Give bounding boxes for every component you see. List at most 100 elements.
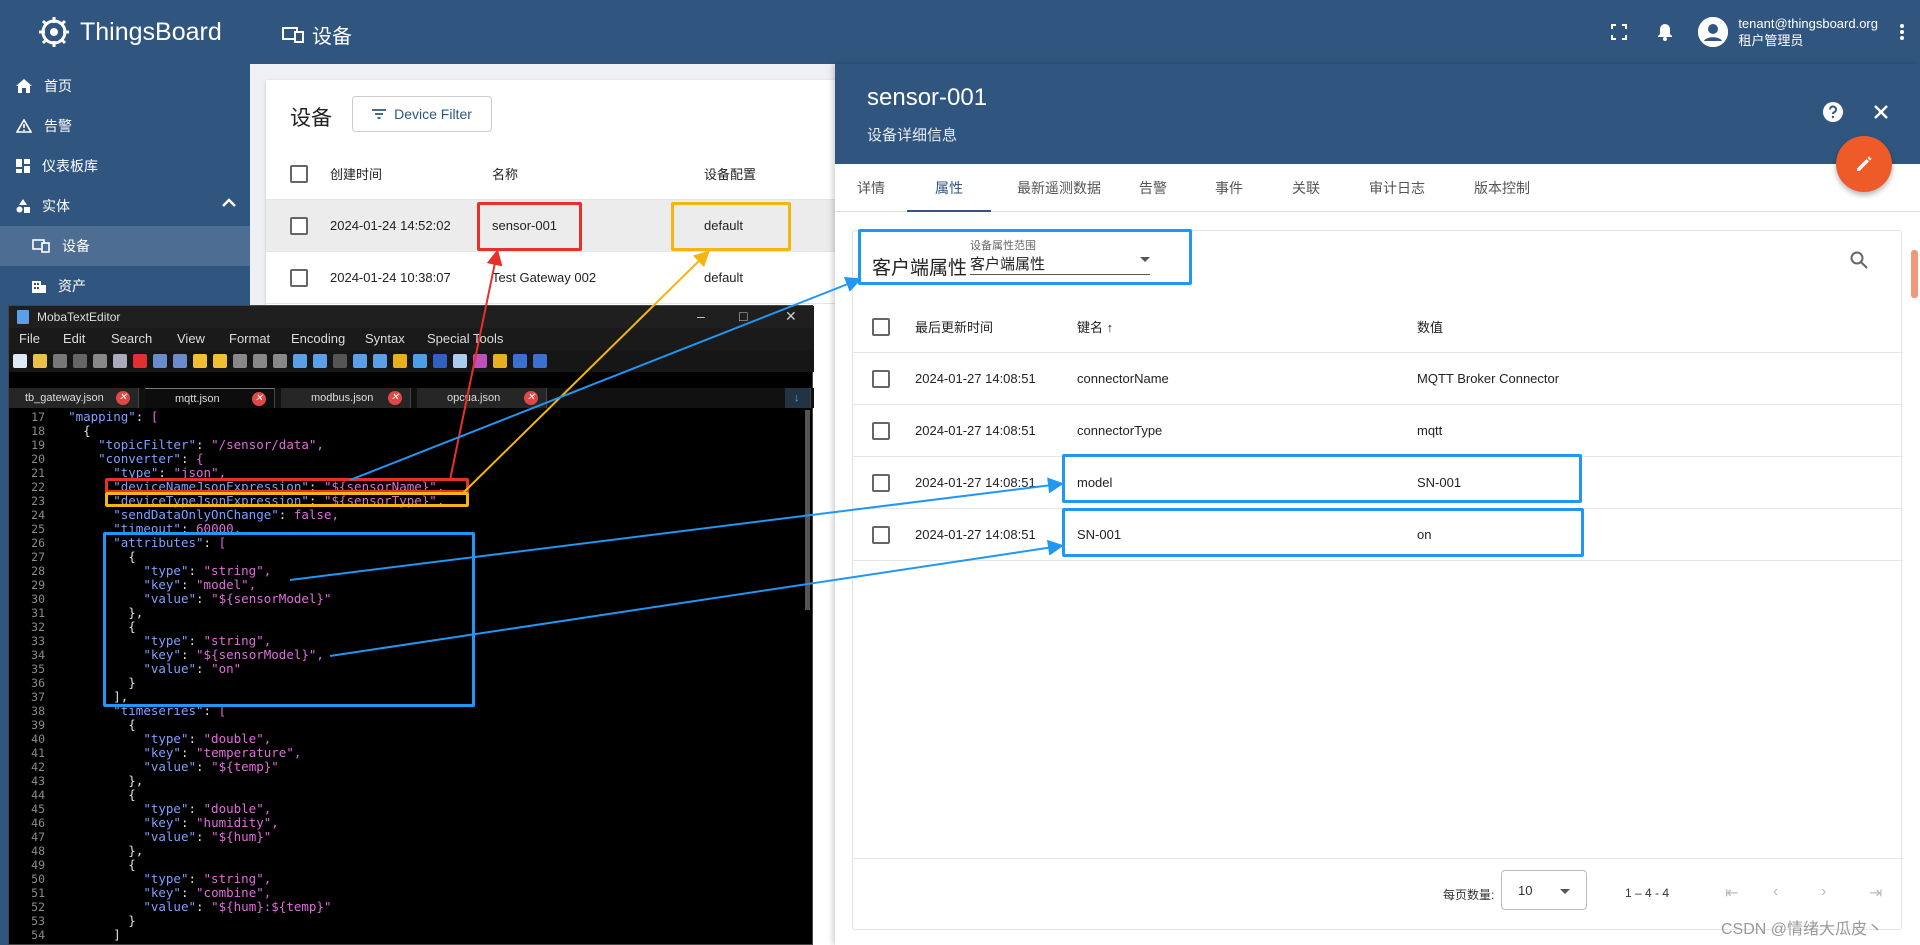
sidebar-item-alarms[interactable]: 告警 [0, 106, 250, 146]
previous-page-button[interactable]: ‹ [1773, 883, 1778, 901]
find-icon[interactable] [293, 354, 307, 368]
sidebar-item-assets[interactable]: 资产 [0, 266, 250, 306]
menu-search[interactable]: Search [111, 331, 152, 346]
column-header-last-update[interactable]: 最后更新时间 [915, 317, 993, 336]
column-header-key[interactable]: 键名 ↑ [1077, 317, 1113, 336]
table-row[interactable]: 2024-01-27 14:08:51 connectorType mqtt [853, 405, 1903, 457]
first-page-button[interactable]: ⇤ [1725, 883, 1738, 903]
split-icon[interactable] [453, 354, 467, 368]
last-page-button[interactable]: ⇥ [1869, 883, 1882, 903]
select-all-checkbox[interactable] [290, 164, 308, 183]
save-all-icon[interactable] [93, 354, 107, 368]
file-tab[interactable]: modbus.json ✕ [281, 388, 411, 408]
indent-icon[interactable] [173, 354, 187, 368]
row-checkbox[interactable] [290, 216, 308, 235]
sidebar-item-dashboards[interactable]: 仪表板库 [0, 146, 250, 186]
new-file-icon[interactable] [13, 354, 27, 368]
minimize-button[interactable]: – [697, 308, 705, 324]
windows-icon[interactable] [373, 354, 387, 368]
editor-title: MobaTextEditor [37, 310, 121, 324]
macro-icon[interactable] [533, 354, 547, 368]
file-tab[interactable]: tb_gateway.json ✕ [9, 388, 139, 408]
cut-icon[interactable] [233, 354, 247, 368]
tab-latest-telemetry[interactable]: 最新遥测数据 [1003, 164, 1115, 212]
sidebar-item-home[interactable]: 首页 [0, 66, 250, 106]
help-button[interactable] [1821, 100, 1845, 124]
close-file-icon[interactable] [133, 354, 147, 368]
tab-list-button[interactable]: ↓ [785, 388, 811, 408]
column-header-profile[interactable]: 设备配置 [704, 164, 756, 183]
row-checkbox[interactable] [872, 421, 890, 440]
paste-icon[interactable] [273, 354, 287, 368]
column-header-name[interactable]: 名称 [492, 164, 518, 183]
close-button[interactable] [1869, 100, 1893, 124]
close-tab-icon[interactable]: ✕ [524, 391, 538, 405]
find-replace-icon[interactable] [313, 354, 327, 368]
row-checkbox[interactable] [872, 473, 890, 492]
user-menu[interactable]: tenant@thingsboard.org 租户管理员 [1698, 15, 1878, 49]
table-row[interactable]: 2024-01-24 10:38:07 Test Gateway 002 def… [266, 252, 866, 304]
tab-attributes[interactable]: 属性 [907, 164, 991, 212]
search-button[interactable] [1850, 251, 1868, 274]
tab-audit-logs[interactable]: 审计日志 [1355, 164, 1439, 212]
settings-icon[interactable] [513, 354, 527, 368]
table-row[interactable]: 2024-01-27 14:08:51 connectorName MQTT B… [853, 353, 1903, 405]
sidebar-item-devices[interactable]: 设备 [0, 226, 250, 266]
row-checkbox[interactable] [872, 525, 890, 544]
menu-file[interactable]: File [19, 331, 40, 346]
menu-edit[interactable]: Edit [63, 331, 85, 346]
code-line: { [53, 857, 136, 872]
window-close-button[interactable]: ✕ [785, 308, 797, 325]
tab-details[interactable]: 详情 [843, 164, 899, 212]
line-number-gutter: 17 18 19 20 21 22 23 24 25 26 27 28 29 30 31 32 33 34 35 36… [9, 410, 45, 942]
menu-encoding[interactable]: Encoding [291, 331, 345, 346]
row-checkbox[interactable] [290, 268, 308, 287]
tab-events[interactable]: 事件 [1201, 164, 1257, 212]
tab-relations[interactable]: 关联 [1278, 164, 1334, 212]
menu-view[interactable]: View [177, 331, 205, 346]
print-icon[interactable] [113, 354, 127, 368]
close-tab-icon[interactable]: ✕ [388, 391, 402, 405]
goto-icon[interactable] [333, 354, 347, 368]
pilcrow-icon[interactable] [473, 354, 487, 368]
highlight-icon[interactable] [493, 354, 507, 368]
column-header-created[interactable]: 创建时间 [330, 164, 382, 183]
file-tab[interactable]: opcua.json ✕ [417, 388, 547, 408]
notifications-button[interactable] [1642, 0, 1688, 64]
more-button[interactable] [1884, 0, 1920, 64]
device-filter-button[interactable]: Device Filter [352, 96, 492, 132]
compare-icon[interactable] [353, 354, 367, 368]
file-tab[interactable]: mqtt.json ✕ [145, 388, 275, 408]
undo-icon[interactable] [433, 354, 447, 368]
tab-version-control[interactable]: 版本控制 [1460, 164, 1544, 212]
next-page-button[interactable]: › [1821, 883, 1826, 901]
linux-icon[interactable] [393, 354, 407, 368]
apple-icon[interactable] [413, 354, 427, 368]
app-logo[interactable]: ThingsBoard [36, 14, 222, 50]
copy-icon[interactable] [253, 354, 267, 368]
menu-format[interactable]: Format [229, 331, 270, 346]
editor-scrollbar[interactable] [805, 410, 810, 610]
sidebar-item-entities[interactable]: 实体 [0, 186, 250, 226]
outdent-icon[interactable] [153, 354, 167, 368]
row-checkbox[interactable] [872, 369, 890, 388]
star-icon[interactable] [213, 354, 227, 368]
details-scrollbar[interactable] [1911, 250, 1918, 298]
reload-icon[interactable] [53, 354, 67, 368]
maximize-button[interactable]: □ [739, 308, 747, 324]
close-tab-icon[interactable]: ✕ [252, 392, 266, 406]
line-number: 23 [31, 494, 45, 508]
open-folder-icon[interactable] [33, 354, 47, 368]
close-tab-icon[interactable]: ✕ [116, 391, 130, 405]
line-number: 27 [31, 550, 45, 564]
select-all-checkbox[interactable] [872, 317, 890, 336]
menu-special-tools[interactable]: Special Tools [427, 331, 503, 346]
entity-icon [16, 199, 30, 213]
save-icon[interactable] [73, 354, 87, 368]
bookmark-icon[interactable] [193, 354, 207, 368]
fullscreen-button[interactable] [1596, 0, 1642, 64]
tab-alarms[interactable]: 告警 [1125, 164, 1181, 212]
menu-syntax[interactable]: Syntax [365, 331, 405, 346]
column-header-value[interactable]: 数值 [1417, 317, 1443, 336]
page-size-select[interactable]: 10 [1501, 870, 1587, 910]
